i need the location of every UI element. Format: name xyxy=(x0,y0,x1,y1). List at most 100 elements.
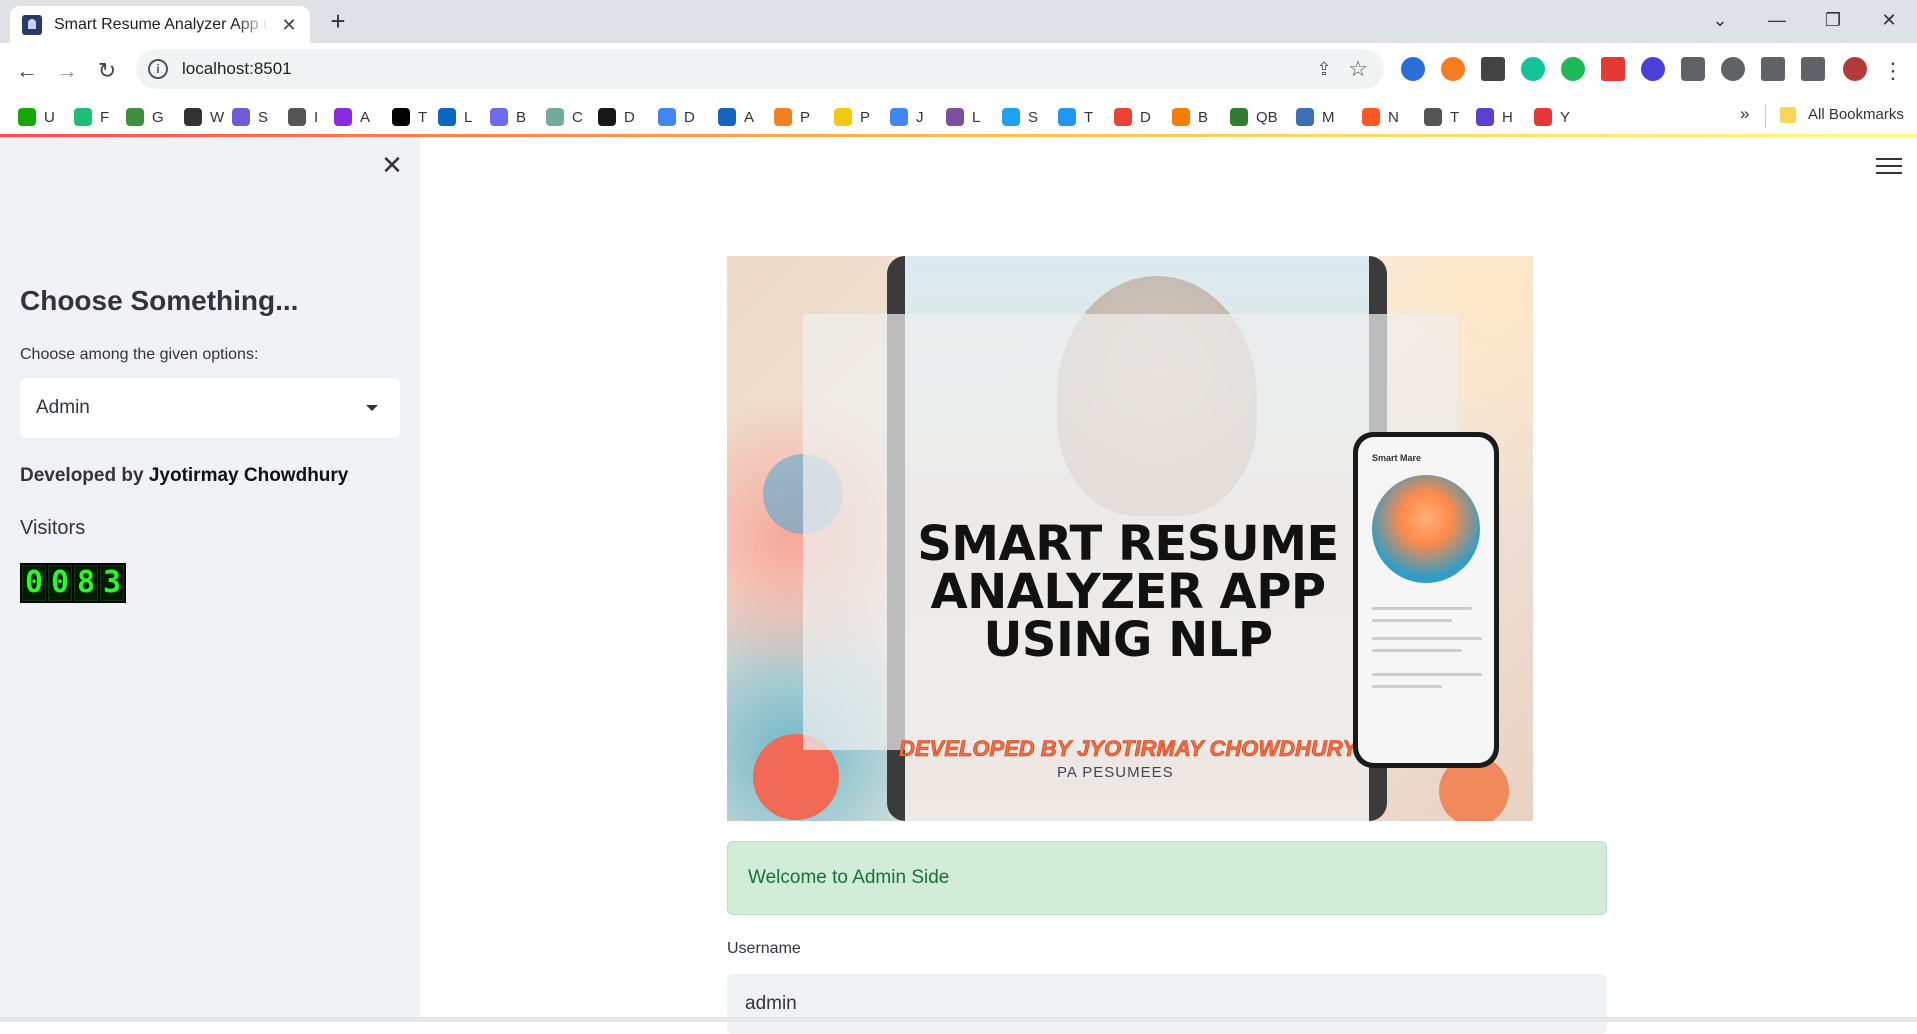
bookmark-item[interactable]: M xyxy=(1296,106,1335,128)
bookmark-item[interactable]: F xyxy=(74,106,109,128)
bookmark-item[interactable]: D xyxy=(658,106,695,128)
forward-arrow-icon[interactable]: → xyxy=(51,55,83,87)
bookmark-label: A xyxy=(360,108,371,126)
selenium-extension-icon[interactable] xyxy=(1481,57,1505,81)
bookmark-item[interactable]: D xyxy=(598,106,635,128)
bookmark-item[interactable]: U xyxy=(18,106,55,128)
bookmark-label: T xyxy=(1084,108,1094,126)
bookmark-item[interactable]: S xyxy=(1002,106,1038,128)
bookmark-favicon-icon xyxy=(438,108,456,126)
bookmark-item[interactable]: B xyxy=(490,106,526,128)
bookmark-item[interactable]: A xyxy=(718,106,754,128)
browser-menu-icon[interactable]: ⋮ xyxy=(1877,55,1909,87)
extension-2-icon[interactable] xyxy=(1441,57,1465,81)
bookmark-favicon-icon xyxy=(1476,108,1494,126)
extension-shield-icon[interactable] xyxy=(1601,57,1625,81)
counter-digit: 0 xyxy=(48,565,72,601)
banner-title: SMART RESUME ANALYZER APP USING NLP xyxy=(917,516,1339,668)
side-panel-icon[interactable] xyxy=(1801,57,1825,81)
extension-m-icon[interactable] xyxy=(1561,57,1585,81)
developer-name: Jyotirmay Chowdhury xyxy=(148,465,349,486)
hero-banner-image: SMART RESUME ANALYZER APP USING NLP DEVE… xyxy=(727,256,1533,821)
folder-icon xyxy=(1780,106,1796,123)
bookmark-item[interactable]: Y xyxy=(1534,106,1570,128)
username-input[interactable] xyxy=(727,974,1607,1034)
bookmark-item[interactable]: S xyxy=(232,106,268,128)
extensions-puzzle-icon[interactable] xyxy=(1681,57,1705,81)
banner-overlay: SMART RESUME ANALYZER APP USING NLP DEVE… xyxy=(803,314,1499,768)
bookmark-favicon-icon xyxy=(74,108,92,126)
window-close-button[interactable]: ✕ xyxy=(1869,6,1909,34)
bookmark-label: A xyxy=(744,108,755,126)
profile-avatar[interactable] xyxy=(1843,57,1867,81)
bookmark-label: P xyxy=(860,108,871,126)
grammarly-extension-icon[interactable] xyxy=(1521,57,1545,81)
bookmark-label: H xyxy=(1502,108,1513,126)
bookmark-item[interactable]: A xyxy=(334,106,370,128)
performance-icon[interactable] xyxy=(1721,57,1745,81)
bookmarks-overflow-icon[interactable]: » xyxy=(1740,104,1749,124)
bookmark-favicon-icon xyxy=(184,108,202,126)
bookmark-item[interactable]: L xyxy=(946,106,980,128)
bookmark-label: S xyxy=(1028,108,1039,126)
developer-credit-prefix: Developed by xyxy=(20,465,149,486)
bookmark-item[interactable]: H xyxy=(1476,106,1513,128)
bookmark-item[interactable]: G xyxy=(126,106,164,128)
bookmarks-divider xyxy=(1765,104,1766,128)
extension-orbit-icon[interactable] xyxy=(1641,57,1665,81)
address-url[interactable]: localhost:8501 xyxy=(182,59,292,79)
bookmark-item[interactable]: C xyxy=(546,106,583,128)
share-icon[interactable]: ⇪ xyxy=(1312,57,1336,81)
restore-button[interactable]: ❐ xyxy=(1813,6,1853,34)
bookmark-item[interactable]: P xyxy=(774,106,810,128)
bookmark-item[interactable]: T xyxy=(392,106,427,128)
extension-1-icon[interactable] xyxy=(1401,57,1425,81)
bookmark-label: G xyxy=(152,108,164,126)
tab-close-icon[interactable]: ✕ xyxy=(278,14,300,36)
bookmark-favicon-icon xyxy=(490,108,508,126)
username-label: Username xyxy=(727,940,801,957)
sidebar-heading: Choose Something... xyxy=(20,285,299,316)
bookmark-item[interactable]: T xyxy=(1424,106,1459,128)
bookmark-item[interactable]: B xyxy=(1172,106,1208,128)
tab-search-icon[interactable]: ⌄ xyxy=(1700,6,1740,34)
reload-icon[interactable]: ↻ xyxy=(91,55,123,87)
bookmark-label: I xyxy=(314,108,319,126)
address-bar[interactable]: i localhost:8501 ⇪ ☆ xyxy=(136,49,1384,89)
role-select[interactable]: Admin xyxy=(20,378,400,438)
bookmark-star-icon[interactable]: ☆ xyxy=(1346,57,1370,81)
counter-digit: 3 xyxy=(100,565,124,601)
browser-toolbar: ← → ↻ i localhost:8501 ⇪ ☆ ⋮ xyxy=(0,43,1917,98)
bookmark-favicon-icon xyxy=(1172,108,1190,126)
bookmark-favicon-icon xyxy=(890,108,908,126)
banner-bottom-text: PA PESUMEES xyxy=(1057,764,1174,781)
site-info-icon[interactable]: i xyxy=(148,59,168,79)
sidebar-close-icon[interactable]: ✕ xyxy=(378,152,406,180)
bookmark-favicon-icon xyxy=(946,108,964,126)
new-tab-button[interactable]: + xyxy=(323,8,353,36)
all-bookmarks-button[interactable]: All Bookmarks xyxy=(1780,106,1904,123)
back-arrow-icon[interactable]: ← xyxy=(11,55,43,87)
main-menu-icon[interactable] xyxy=(1876,158,1902,180)
bookmark-favicon-icon xyxy=(1114,108,1132,126)
bookmark-item[interactable]: L xyxy=(438,106,472,128)
bookmark-item[interactable]: N xyxy=(1362,106,1399,128)
bookmark-item[interactable]: QB xyxy=(1230,106,1278,128)
developer-credit: Developed by Jyotirmay Chowdhury xyxy=(20,465,348,487)
bookmark-favicon-icon xyxy=(1362,108,1380,126)
bookmark-item[interactable]: T xyxy=(1058,106,1093,128)
bookmark-label: P xyxy=(800,108,811,126)
counter-digit: 8 xyxy=(74,565,98,601)
chevron-down-icon xyxy=(366,405,378,411)
bookmark-item[interactable]: J xyxy=(890,106,924,128)
bookmark-item[interactable]: W xyxy=(184,106,224,128)
bookmark-label: J xyxy=(916,108,924,126)
bookmark-item[interactable]: P xyxy=(834,106,870,128)
browser-tab[interactable]: Smart Resume Analyzer App using NLP ✕ xyxy=(10,6,310,43)
bookmark-item[interactable]: D xyxy=(1114,106,1151,128)
bookmark-favicon-icon xyxy=(126,108,144,126)
download-icon[interactable] xyxy=(1761,57,1785,81)
phone-text-line xyxy=(1372,607,1472,610)
bookmark-item[interactable]: I xyxy=(288,106,318,128)
minimize-button[interactable]: — xyxy=(1757,6,1797,34)
